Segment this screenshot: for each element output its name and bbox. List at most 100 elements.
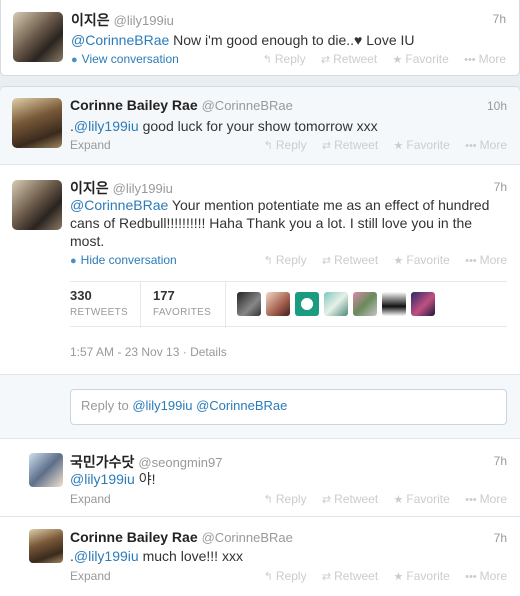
tweet-text: .@lily199iu good luck for your show tomo… <box>70 118 378 134</box>
reply-button[interactable]: ↰ Reply <box>263 52 306 66</box>
favorites-label: FAVORITES <box>153 307 212 318</box>
tweet-time[interactable]: 7h <box>494 531 507 545</box>
conversation-icon: ● <box>70 255 77 267</box>
star-icon: ★ <box>393 571 404 583</box>
reply-input[interactable]: Reply to @lily199iu @CorinneBRae <box>70 389 507 425</box>
tweet-actions: ↰ Reply ⇄ Retweet ★ Favorite ••• More <box>252 253 507 267</box>
star-icon: ★ <box>393 494 404 506</box>
more-button[interactable]: ••• More <box>465 492 507 506</box>
more-button[interactable]: ••• More <box>465 253 507 267</box>
star-icon: ★ <box>392 54 403 66</box>
tweet-card[interactable]: Corinne Bailey Rae @CorinneBRae 7h .@lily… <box>0 516 520 596</box>
tweet-actions: ↰ Reply ⇄ Retweet ★ Favorite ••• More <box>251 52 506 66</box>
expand-link[interactable]: Expand <box>70 138 111 152</box>
tweet-author-name[interactable]: 이지은 <box>70 180 109 196</box>
star-icon: ★ <box>393 255 404 267</box>
favorite-button[interactable]: ★ Favorite <box>394 138 450 152</box>
tweet-author-handle[interactable]: @CorinneBRae <box>202 530 293 545</box>
more-icon: ••• <box>465 255 477 267</box>
divider <box>140 282 141 328</box>
reply-icon: ↰ <box>263 140 273 152</box>
favorite-button[interactable]: ★ Favorite <box>394 253 450 267</box>
hide-conversation-link[interactable]: ● Hide conversation <box>70 253 177 267</box>
favoriter-avatar[interactable] <box>382 292 406 316</box>
tweet-author-name[interactable]: 국민가수닷 <box>70 454 134 470</box>
favorite-button[interactable]: ★ Favorite <box>394 569 450 583</box>
tweet-author-name[interactable]: Corinne Bailey Rae <box>70 97 198 113</box>
retweet-icon: ⇄ <box>321 140 332 152</box>
tweet-author-handle[interactable]: @seongmin97 <box>138 455 222 470</box>
retweet-button[interactable]: ⇄ Retweet <box>322 569 378 583</box>
mention-link[interactable]: @CorinneBRae <box>71 32 169 48</box>
retweet-button[interactable]: ⇄ Retweet <box>321 52 377 66</box>
more-icon: ••• <box>465 494 477 506</box>
favoriter-avatar[interactable] <box>266 292 290 316</box>
tweet-actions: ↰ Reply ⇄ Retweet ★ Favorite ••• More <box>252 492 507 506</box>
reply-icon: ↰ <box>263 571 273 583</box>
retweets-label: RETWEETS <box>70 307 128 318</box>
avatar[interactable] <box>29 453 63 487</box>
favoriter-avatar[interactable] <box>295 292 319 316</box>
retweet-button[interactable]: ⇄ Retweet <box>322 253 378 267</box>
retweet-icon: ⇄ <box>321 571 332 583</box>
retweets-count: 330 <box>70 288 92 303</box>
reply-button[interactable]: ↰ Reply <box>264 138 307 152</box>
mention-link[interactable]: @lily199iu <box>74 118 139 134</box>
favorite-button[interactable]: ★ Favorite <box>394 492 450 506</box>
view-conversation-link[interactable]: ● View conversation <box>71 52 179 66</box>
avatar[interactable] <box>12 98 62 148</box>
tweet-text: @CorinneBRae Now i'm good enough to die.… <box>71 32 415 48</box>
retweet-icon: ⇄ <box>321 255 332 267</box>
mention-link[interactable]: @CorinneBRae <box>70 197 168 213</box>
expand-link[interactable]: Expand <box>70 492 111 506</box>
avatar[interactable] <box>13 12 63 62</box>
favoriter-avatar[interactable] <box>324 292 348 316</box>
tweet-timestamp: 1:57 AM - 23 Nov 13 · Details <box>70 345 227 359</box>
favoriter-avatar[interactable] <box>237 292 261 316</box>
more-button[interactable]: ••• More <box>465 569 507 583</box>
more-icon: ••• <box>465 140 477 152</box>
tweet-stats: 330 RETWEETS 177 FAVORITES <box>70 281 507 328</box>
tweet-text: .@lily199iu much love!!! xxx <box>70 548 243 564</box>
mention-link[interactable]: @lily199iu <box>74 548 139 564</box>
favoriter-avatar[interactable] <box>353 292 377 316</box>
favorite-button[interactable]: ★ Favorite <box>393 52 449 66</box>
tweet-time[interactable]: 7h <box>494 180 507 194</box>
tweet-actions: ↰ Reply ⇄ Retweet ★ Favorite ••• More <box>252 138 507 152</box>
reply-button[interactable]: ↰ Reply <box>264 492 307 506</box>
more-icon: ••• <box>465 571 477 583</box>
retweet-icon: ⇄ <box>320 54 331 66</box>
retweet-button[interactable]: ⇄ Retweet <box>322 138 378 152</box>
favorites-stat[interactable]: 177 FAVORITES <box>153 288 211 318</box>
conversation-icon: ● <box>71 54 78 66</box>
tweet-author-handle[interactable]: @lily199iu <box>113 181 173 196</box>
tweet-card[interactable]: 이지은 @lily199iu 7h @CorinneBRae Now i'm go… <box>0 0 520 76</box>
retweets-stat[interactable]: 330 RETWEETS <box>70 288 128 318</box>
tweet-author-name[interactable]: 이지은 <box>71 12 110 28</box>
avatar[interactable] <box>29 529 63 563</box>
more-icon: ••• <box>464 54 476 66</box>
tweet-time[interactable]: 7h <box>494 454 507 468</box>
tweet-card[interactable]: 국민가수닷 @seongmin97 7h @lily199iu 야! Expand… <box>0 438 520 516</box>
favorites-count: 177 <box>153 288 175 303</box>
tweet-author-handle[interactable]: @lily199iu <box>114 13 174 28</box>
reply-icon: ↰ <box>263 494 273 506</box>
reply-icon: ↰ <box>262 54 272 66</box>
tweet-text: @lily199iu 야! <box>70 471 156 487</box>
tweet-card[interactable]: Corinne Bailey Rae @CorinneBRae 10h .@lil… <box>0 87 520 164</box>
retweet-button[interactable]: ⇄ Retweet <box>322 492 378 506</box>
expand-link[interactable]: Expand <box>70 569 111 583</box>
tweet-time[interactable]: 10h <box>487 99 507 113</box>
favoriter-avatar[interactable] <box>411 292 435 316</box>
details-link[interactable]: Details <box>190 345 227 359</box>
tweet-author-handle[interactable]: @CorinneBRae <box>202 98 293 113</box>
mention-link[interactable]: @lily199iu <box>70 471 135 487</box>
more-button[interactable]: ••• More <box>464 52 506 66</box>
tweet-author-name[interactable]: Corinne Bailey Rae <box>70 529 198 545</box>
reply-button[interactable]: ↰ Reply <box>264 569 307 583</box>
tweet-time[interactable]: 7h <box>493 12 506 26</box>
avatar[interactable] <box>12 180 62 230</box>
tweet-card-expanded[interactable]: 이지은 @lily199iu 7h @CorinneBRae Your menti… <box>0 164 520 374</box>
more-button[interactable]: ••• More <box>465 138 507 152</box>
reply-button[interactable]: ↰ Reply <box>264 253 307 267</box>
